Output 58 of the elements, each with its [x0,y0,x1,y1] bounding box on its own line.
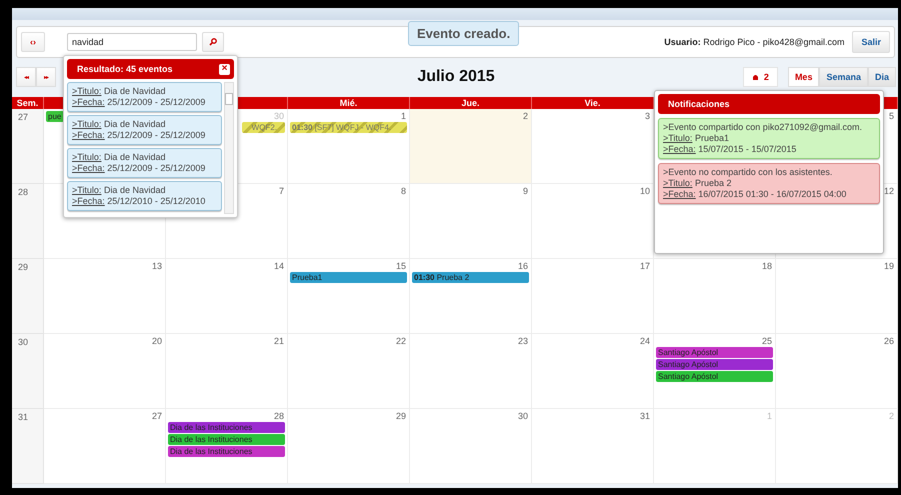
day-number: 8 [400,186,407,196]
result-line: >Fecha: 25/12/2009 - 25/12/2009 [72,97,206,108]
results-title: Resultado: 45 eventos [77,64,173,74]
day-number: 24 [640,336,651,346]
month-title: Julio 2015 [417,68,495,86]
notification-message: >Evento compartido con piko271092@gmail.com. [663,122,863,133]
day-number: 27 [152,411,163,421]
day-number: 15 [396,261,407,271]
day-number: 16 [518,261,529,271]
day-number: 1 [766,411,773,421]
column-header: Sem. [12,97,44,109]
week-number: 29 [18,262,28,272]
user-info: Usuario: Rodrigo Pico - piko428@gmail.com [664,37,844,47]
notification-line: >Fecha: 16/07/2015 01:30 - 16/07/2015 04:00 [663,189,848,200]
day-number: 29 [396,411,407,421]
day-number: 30 [518,411,529,421]
day-number: 2 [522,111,529,121]
result-line: >Titulo: Dia de Navidad [72,119,166,130]
week-number: 30 [18,337,28,347]
day-number: 3 [644,111,651,121]
status-toast: Evento creado. [408,21,520,46]
day-number: 19 [884,261,895,271]
notification-line: >Fecha: 15/07/2015 - 15/07/2015 [663,144,798,155]
day-number: 30 [274,111,285,121]
day-number: 12 [884,186,895,196]
result-line: >Titulo: Dia de Navidad [72,86,166,97]
week-number: 28 [18,187,28,197]
column-header: Mié. [288,97,410,109]
day-number: 14 [274,261,285,271]
day-number: 5 [888,111,895,121]
day-number: 9 [522,186,529,196]
day-number: 25 [762,336,773,346]
week-number: 27 [18,112,28,122]
day-number: 22 [396,336,407,346]
day-number: 18 [762,261,773,271]
day-number: 21 [274,336,285,346]
notification-line: >Titulo: Prueba 2 [663,178,732,189]
result-line: >Fecha: 25/12/2009 - 25/12/2009 [72,163,206,174]
day-number: 7 [278,186,285,196]
day-number: 20 [152,336,163,346]
notification-line: >Titulo: Prueba1 [663,133,730,144]
day-number: 23 [518,336,529,346]
column-header: Vie. [532,97,654,109]
result-line: >Titulo: Dia de Navidad [72,185,166,196]
week-number: 31 [18,412,28,422]
day-number: 13 [152,261,163,271]
day-number: 31 [640,411,651,421]
notification-message: >Evento no compartido con los asistentes. [663,167,834,178]
day-number: 1 [400,111,407,121]
day-number: 28 [274,411,285,421]
notifications-header: Notificaciones [658,94,880,114]
result-line: >Titulo: Dia de Navidad [72,152,166,163]
day-number: 10 [640,186,651,196]
day-number: 26 [884,336,895,346]
day-number: 2 [888,411,895,421]
result-line: >Fecha: 25/12/2009 - 25/12/2009 [72,130,206,141]
column-header: Jue. [410,97,532,109]
day-number: 17 [640,261,651,271]
